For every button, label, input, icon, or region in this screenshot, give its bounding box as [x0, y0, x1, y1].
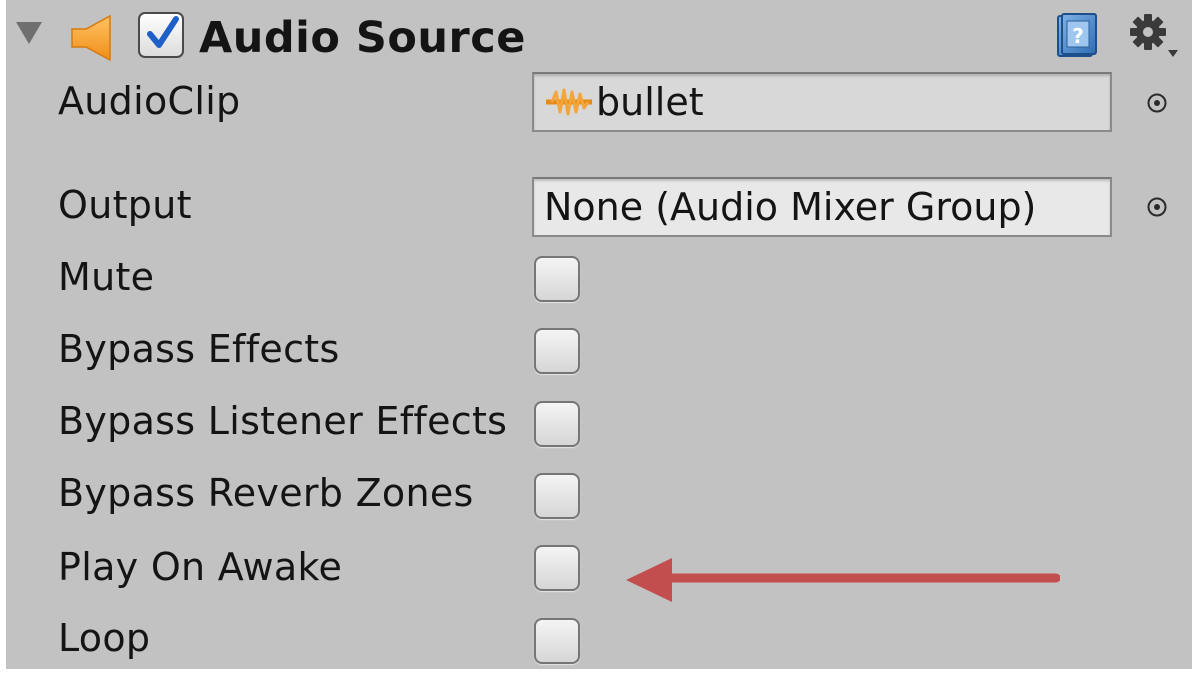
audio-clip-icon: [546, 88, 592, 115]
play-on-awake-label: Play On Awake: [58, 545, 343, 589]
play-on-awake-checkbox[interactable]: [534, 545, 580, 591]
annotation-arrow: [626, 558, 1060, 602]
bypass-effects-checkbox[interactable]: [534, 328, 580, 374]
object-picker-icon[interactable]: [1146, 92, 1168, 114]
audioclip-label: AudioClip: [58, 79, 241, 123]
audioclip-value: bullet: [596, 80, 704, 124]
foldout-triangle-icon[interactable]: [16, 22, 42, 44]
loop-checkbox[interactable]: [534, 618, 580, 664]
mute-checkbox[interactable]: [534, 256, 580, 302]
speaker-icon: [71, 14, 111, 62]
audio-source-inspector: Audio Source ? AudioClip bullet Output N…: [6, 0, 1192, 669]
bypass-reverb-zones-label: Bypass Reverb Zones: [58, 471, 474, 515]
checkmark-icon: [147, 16, 179, 48]
mute-label: Mute: [58, 255, 155, 299]
loop-label: Loop: [58, 616, 151, 660]
bypass-reverb-zones-checkbox[interactable]: [534, 473, 580, 519]
output-field[interactable]: None (Audio Mixer Group): [532, 177, 1112, 237]
bypass-listener-effects-label: Bypass Listener Effects: [58, 399, 508, 443]
component-title: Audio Source: [199, 13, 526, 63]
gear-icon[interactable]: [1128, 12, 1180, 60]
component-enable-checkbox[interactable]: [138, 12, 184, 58]
bypass-effects-label: Bypass Effects: [58, 327, 340, 371]
object-picker-icon[interactable]: [1146, 196, 1168, 218]
output-label: Output: [58, 183, 192, 227]
bypass-listener-effects-checkbox[interactable]: [534, 401, 580, 447]
svg-text:?: ?: [1072, 24, 1084, 48]
help-book-icon[interactable]: ?: [1056, 12, 1098, 58]
audioclip-field[interactable]: bullet: [532, 72, 1112, 132]
